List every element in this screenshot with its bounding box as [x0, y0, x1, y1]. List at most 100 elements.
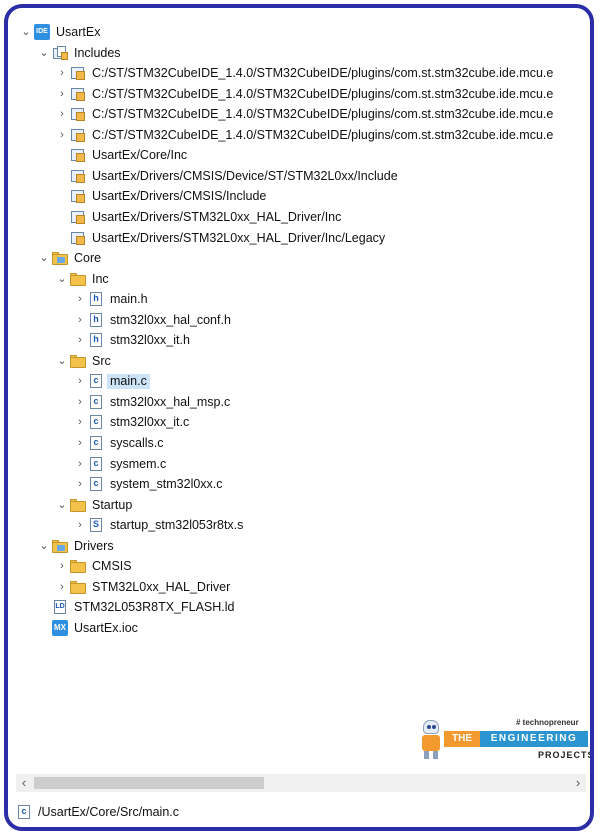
tree-item-label: STM32L053R8TX_FLASH.ld — [74, 600, 235, 615]
tree-item-label: Src — [92, 353, 111, 368]
tree-item-include-path[interactable]: › C:/ST/STM32CubeIDE_1.4.0/STM32CubeIDE/p… — [8, 63, 590, 83]
chevron-right-icon[interactable]: › — [56, 128, 68, 142]
chevron-down-icon[interactable]: ⌄ — [56, 272, 68, 286]
include-path-icon — [70, 168, 86, 184]
c-file-icon: c — [88, 414, 104, 430]
chevron-down-icon[interactable]: ⌄ — [38, 251, 50, 265]
tree-item-ioc-file[interactable]: MX UsartEx.ioc — [8, 618, 590, 638]
chevron-right-icon[interactable]: › — [56, 580, 68, 594]
tree-item-include-path[interactable]: UsartEx/Drivers/CMSIS/Device/ST/STM32L0x… — [8, 166, 590, 186]
logo-tagline: # technopreneur — [516, 718, 579, 727]
chevron-right-icon[interactable]: › — [74, 457, 86, 471]
tree-item-includes[interactable]: ⌄ Includes — [8, 43, 590, 63]
chevron-right-icon[interactable]: › — [74, 518, 86, 532]
chevron-right-icon[interactable]: › — [74, 313, 86, 327]
tree-item-label: C:/ST/STM32CubeIDE_1.4.0/STM32CubeIDE/pl… — [92, 127, 554, 142]
include-path-icon — [70, 127, 86, 143]
tree-item-label: Includes — [74, 45, 121, 60]
tree-item-file[interactable]: › Sstartup_stm32l053r8tx.s — [8, 515, 590, 535]
chevron-down-icon[interactable]: ⌄ — [20, 25, 32, 39]
chevron-right-icon[interactable]: › — [56, 559, 68, 573]
tree-item-include-path[interactable]: UsartEx/Drivers/CMSIS/Include — [8, 186, 590, 206]
engineering-projects-logo: # technopreneur THE ENGINEERING PROJECTS — [420, 714, 590, 766]
tree-item-file[interactable]: › h stm32l0xx_it.h — [8, 330, 590, 350]
tree-item-linker-file[interactable]: LD STM32L053R8TX_FLASH.ld — [8, 597, 590, 617]
status-path: /UsartEx/Core/Src/main.c — [38, 805, 180, 819]
tree-item-include-path[interactable]: › C:/ST/STM32CubeIDE_1.4.0/STM32CubeIDE/p… — [8, 125, 590, 145]
tree-item-label: UsartEx — [56, 25, 101, 39]
chevron-right-icon[interactable]: › — [74, 333, 86, 347]
c-file-icon: c — [16, 804, 32, 820]
tree-item-file[interactable]: › c system_stm32l0xx.c — [8, 474, 590, 494]
chevron-right-icon[interactable]: › — [74, 374, 86, 388]
chevron-down-icon[interactable]: ⌄ — [56, 354, 68, 368]
folder-icon — [70, 271, 86, 287]
robot-icon — [420, 720, 442, 760]
tree-item-label: stm32l0xx_it.c — [110, 415, 190, 430]
tree-item-label: UsartEx/Core/Inc — [92, 148, 188, 163]
chevron-down-icon[interactable]: ⌄ — [38, 46, 50, 60]
chevron-right-icon[interactable]: › — [56, 66, 68, 80]
include-path-icon — [70, 86, 86, 102]
include-path-icon — [70, 188, 86, 204]
tree-item-label: sysmem.c — [110, 456, 167, 471]
tree-item-include-path[interactable]: UsartEx/Drivers/STM32L0xx_HAL_Driver/Inc — [8, 207, 590, 227]
include-path-icon — [70, 65, 86, 81]
scroll-right-icon[interactable]: › — [570, 774, 586, 792]
tree-item-label: UsartEx.ioc — [74, 620, 138, 635]
tree-item-driver-folder[interactable]: › CMSIS — [8, 556, 590, 576]
tree-item-label: main.c — [107, 374, 150, 390]
tree-item-core[interactable]: ⌄ Core — [8, 248, 590, 268]
logo-the: THE — [444, 731, 480, 747]
tree-item-label: stm32l0xx_hal_msp.c — [110, 394, 231, 409]
scroll-left-icon[interactable]: ‹ — [16, 774, 32, 792]
tree-item-include-path[interactable]: › C:/ST/STM32CubeIDE_1.4.0/STM32CubeIDE/p… — [8, 104, 590, 124]
chevron-down-icon[interactable]: ⌄ — [38, 539, 50, 553]
include-path-icon — [70, 147, 86, 163]
tree-item-include-path[interactable]: UsartEx/Core/Inc — [8, 145, 590, 165]
chevron-right-icon[interactable]: › — [74, 477, 86, 491]
folder-icon — [70, 497, 86, 513]
chevron-right-icon[interactable]: › — [74, 436, 86, 450]
tree-item-include-path[interactable]: › C:/ST/STM32CubeIDE_1.4.0/STM32CubeIDE/p… — [8, 84, 590, 104]
tree-item-label: Startup — [92, 497, 133, 512]
scrollbar-thumb[interactable] — [34, 777, 264, 789]
chevron-right-icon[interactable]: › — [56, 87, 68, 101]
include-path-icon — [70, 230, 86, 246]
tree-item-label: C:/ST/STM32CubeIDE_1.4.0/STM32CubeIDE/pl… — [92, 107, 554, 122]
header-file-icon: h — [88, 312, 104, 328]
chevron-right-icon[interactable]: › — [74, 415, 86, 429]
tree-item-file[interactable]: › c sysmem.c — [8, 454, 590, 474]
tree-item-include-path[interactable]: UsartEx/Drivers/STM32L0xx_HAL_Driver/Inc… — [8, 228, 590, 248]
tree-item-file[interactable]: › c syscalls.c — [8, 433, 590, 453]
horizontal-scrollbar[interactable]: ‹ › — [16, 774, 586, 792]
tree-item-file[interactable]: › c main.c — [8, 371, 590, 391]
source-folder-icon — [52, 250, 68, 266]
tree-item-driver-folder[interactable]: › STM32L0xx_HAL_Driver — [8, 577, 590, 597]
tree-item-src[interactable]: ⌄ Src — [8, 351, 590, 371]
chevron-right-icon[interactable]: › — [74, 395, 86, 409]
tree-item-file[interactable]: › c stm32l0xx_hal_msp.c — [8, 392, 590, 412]
header-file-icon: h — [88, 291, 104, 307]
chevron-right-icon[interactable]: › — [74, 292, 86, 306]
tree-item-project[interactable]: ⌄ IDE UsartEx — [8, 22, 590, 42]
logo-engineering: ENGINEERING — [490, 733, 578, 744]
assembly-file-icon: S — [88, 517, 104, 533]
tree-item-label: STM32L0xx_HAL_Driver — [92, 579, 231, 594]
chevron-right-icon[interactable]: › — [56, 107, 68, 121]
c-file-icon: c — [88, 394, 104, 410]
source-folder-icon — [52, 538, 68, 554]
tree-item-label: CMSIS — [92, 559, 132, 574]
tree-item-file[interactable]: › h stm32l0xx_hal_conf.h — [8, 310, 590, 330]
includes-icon — [52, 45, 68, 61]
tree-item-label: UsartEx/Drivers/CMSIS/Device/ST/STM32L0x… — [92, 168, 398, 183]
tree-item-inc[interactable]: ⌄ Inc — [8, 269, 590, 289]
folder-icon — [70, 558, 86, 574]
tree-item-label: syscalls.c — [110, 436, 164, 450]
tree-item-startup[interactable]: ⌄ Startup — [8, 495, 590, 515]
tree-item-file[interactable]: › c stm32l0xx_it.c — [8, 412, 590, 432]
chevron-down-icon[interactable]: ⌄ — [56, 498, 68, 512]
tree-item-label: system_stm32l0xx.c — [110, 477, 223, 492]
tree-item-drivers[interactable]: ⌄ Drivers — [8, 536, 590, 556]
tree-item-file[interactable]: › h main.h — [8, 289, 590, 309]
